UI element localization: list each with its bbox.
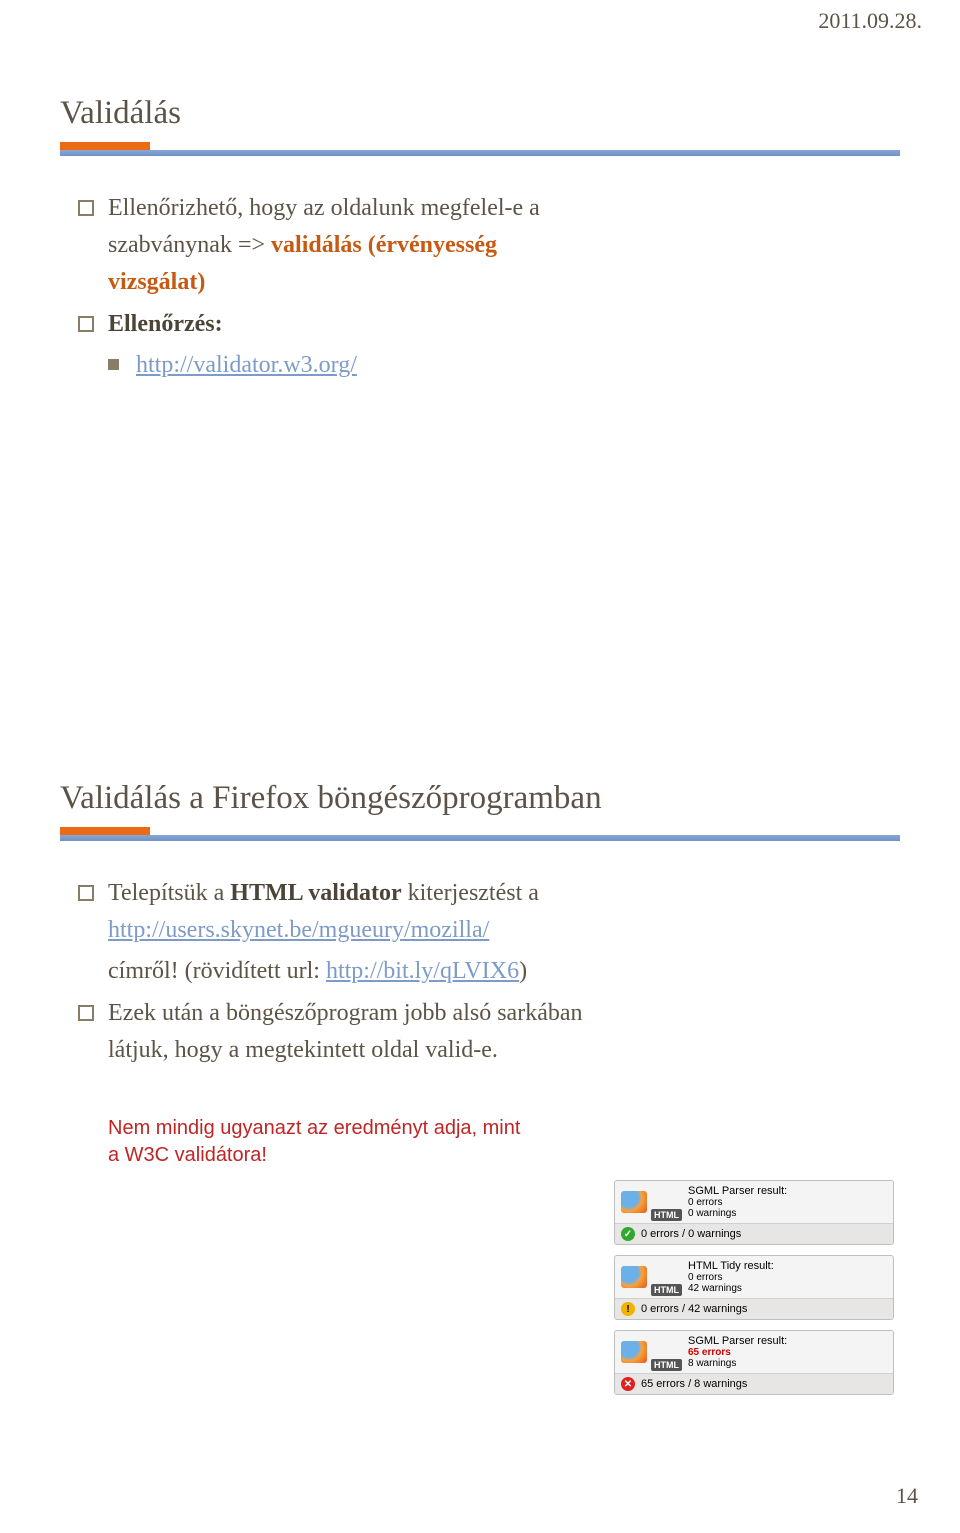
html-label: HTML: [651, 1209, 682, 1221]
slide2-title: Validálás a Firefox böngészőprogramban: [60, 780, 900, 817]
warning-note: Nem mindig ugyanazt az eredményt adja, m…: [78, 1115, 538, 1169]
text: látjuk, hogy a megtekintett oldal valid-…: [108, 1037, 498, 1063]
html-label: HTML: [651, 1284, 682, 1296]
validator-badges: HTML SGML Parser result: 0 errors 0 warn…: [614, 1180, 894, 1405]
continuation-line: címről! (rövidített url: http://bit.ly/q…: [78, 953, 900, 990]
validator-badge: HTML SGML Parser result: 0 errors 0 warn…: [614, 1180, 894, 1245]
bold-text: HTML validator: [230, 880, 401, 906]
blue-bar: [60, 835, 900, 841]
html-label: HTML: [651, 1359, 682, 1371]
errors-count: 0 errors: [688, 1197, 722, 1208]
status-text: 0 errors / 42 warnings: [641, 1303, 747, 1315]
extension-link[interactable]: http://users.skynet.be/mgueury/mozilla/: [108, 917, 489, 943]
badge-top: HTML HTML Tidy result: 0 errors 42 warni…: [615, 1256, 893, 1298]
page-number: 14: [896, 1483, 918, 1509]
warning-icon: !: [621, 1302, 635, 1316]
bullet-item: Ellenőrizhető, hogy az oldalunk megfelel…: [78, 190, 900, 302]
firefox-icon: [621, 1341, 647, 1363]
firefox-icon: [621, 1266, 647, 1288]
validator-badge: HTML SGML Parser result: 65 errors 8 war…: [614, 1330, 894, 1395]
error-icon: ✕: [621, 1377, 635, 1391]
text: Nem mindig ugyanazt az eredményt adja, m…: [108, 1117, 520, 1139]
slide-firefox-validalas: Validálás a Firefox böngészőprogramban T…: [60, 780, 900, 1400]
page: 2011.09.28. Validálás Ellenőrizhető, hog…: [0, 0, 960, 1533]
bold-text: Ellenőrzés:: [108, 311, 223, 337]
page-date: 2011.09.28.: [818, 8, 922, 34]
text: a W3C validátora!: [108, 1144, 267, 1166]
status-text: 0 errors / 0 warnings: [641, 1228, 741, 1240]
badge-status: ! 0 errors / 42 warnings: [615, 1298, 893, 1319]
warnings-count: 0 warnings: [688, 1208, 736, 1219]
text: szabványnak =>: [108, 232, 271, 258]
text: címről! (rövidített url:: [108, 958, 326, 984]
text: kiterjesztést a: [402, 880, 539, 906]
status-text: 65 errors / 8 warnings: [641, 1378, 747, 1390]
blue-bar: [60, 150, 900, 156]
text: ): [519, 958, 527, 984]
engine-name: SGML Parser result:: [688, 1185, 887, 1197]
title-rule: [60, 142, 900, 156]
check-icon: ✓: [621, 1227, 635, 1241]
firefox-icon: [621, 1191, 647, 1213]
errors-count: 0 errors: [688, 1272, 722, 1283]
slide1-content: Ellenőrizhető, hogy az oldalunk megfelel…: [60, 190, 900, 384]
engine-name: HTML Tidy result:: [688, 1260, 887, 1272]
warnings-count: 42 warnings: [688, 1283, 742, 1294]
slide1-title: Validálás: [60, 95, 900, 132]
validator-link[interactable]: http://validator.w3.org/: [136, 352, 357, 378]
badge-top: HTML SGML Parser result: 0 errors 0 warn…: [615, 1181, 893, 1223]
badge-status: ✕ 65 errors / 8 warnings: [615, 1373, 893, 1394]
badge-status: ✓ 0 errors / 0 warnings: [615, 1223, 893, 1244]
badge-top: HTML SGML Parser result: 65 errors 8 war…: [615, 1331, 893, 1373]
text: Ellenőrizhető, hogy az oldalunk megfelel…: [108, 195, 540, 221]
errors-count: 65 errors: [688, 1347, 731, 1358]
sub-bullet: http://validator.w3.org/: [78, 347, 900, 384]
text: Telepítsük a: [108, 880, 230, 906]
engine-name: SGML Parser result:: [688, 1335, 887, 1347]
bullet-item: Telepítsük a HTML validator kiterjesztés…: [78, 875, 900, 949]
bullet-item: Ellenőrzés:: [78, 306, 900, 343]
title-rule: [60, 827, 900, 841]
bullet-item: Ezek után a böngészőprogram jobb alsó sa…: [78, 995, 900, 1069]
short-link[interactable]: http://bit.ly/qLVIX6: [326, 958, 519, 984]
accent-text: vizsgálat): [108, 269, 205, 295]
accent-text: validálás (érvényesség: [271, 232, 497, 258]
text: Ezek után a böngészőprogram jobb alsó sa…: [108, 1000, 583, 1026]
validator-badge: HTML HTML Tidy result: 0 errors 42 warni…: [614, 1255, 894, 1320]
slide-validalas: Validálás Ellenőrizhető, hogy az oldalun…: [60, 95, 900, 455]
slide2-content: Telepítsük a HTML validator kiterjesztés…: [60, 875, 900, 1169]
warnings-count: 8 warnings: [688, 1358, 736, 1369]
